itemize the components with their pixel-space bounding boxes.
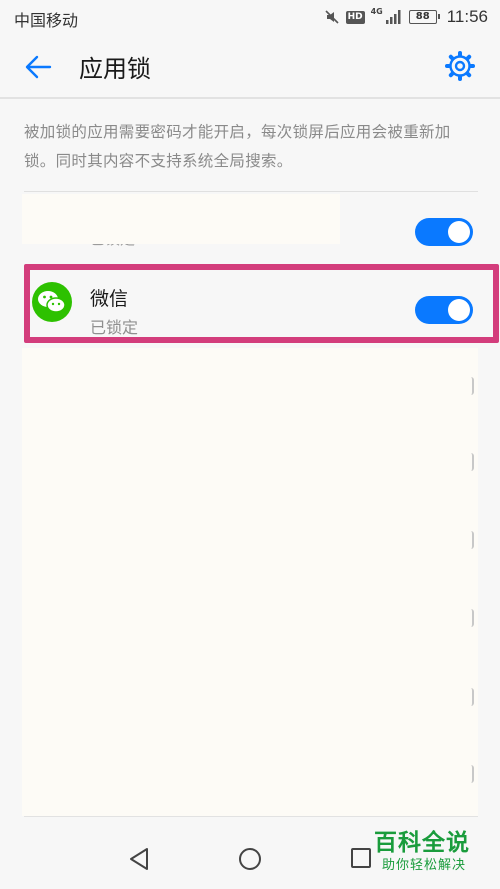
nav-recent-apps-icon[interactable]	[351, 848, 371, 868]
back-button[interactable]	[22, 50, 56, 84]
toggle-edge	[471, 377, 474, 395]
signal-icon	[385, 10, 401, 24]
mute-icon	[324, 10, 339, 24]
network-type-label: 4G	[370, 7, 383, 16]
lock-toggle-wechat[interactable]	[415, 296, 473, 324]
watermark-title: 百科全说	[374, 830, 470, 856]
gear-icon	[445, 51, 475, 81]
toggle-knob	[448, 299, 470, 321]
toggle-edge	[471, 531, 474, 549]
toggle-edge	[471, 765, 474, 783]
status-bar: 中国移动 HD 4G 88 11:56	[0, 0, 500, 34]
toggle-edge	[471, 453, 474, 471]
watermark-subtitle: 助你轻松解决	[382, 858, 467, 873]
toggle-edge	[471, 688, 474, 706]
nav-home-icon[interactable]	[238, 847, 262, 871]
app-list-item-wechat[interactable]: 微信 已锁定	[24, 264, 499, 343]
app-name: 微信	[90, 288, 129, 310]
wechat-icon	[32, 282, 72, 322]
arrow-left-icon	[25, 55, 52, 79]
toggle-knob	[448, 221, 470, 243]
list-bottom-divider	[24, 816, 478, 817]
battery-indicator: 88	[408, 10, 440, 24]
status-icons: HD 4G 88 11:56	[324, 6, 488, 28]
watermark: 百科全说 助你轻松解决	[374, 829, 494, 875]
obscured-region	[22, 194, 340, 244]
obscured-region	[22, 348, 478, 816]
header-divider	[0, 97, 500, 99]
hd-badge: HD	[345, 10, 365, 24]
app-header: 应用锁	[0, 34, 500, 98]
app-lock-description: 被加锁的应用需要密码才能开启，每次锁屏后应用会被重新加锁。同时其内容不支持系统全…	[24, 123, 451, 170]
page-title: 应用锁	[79, 55, 151, 83]
nav-back-icon[interactable]	[128, 847, 150, 871]
settings-button[interactable]	[444, 50, 476, 82]
toggle-edge	[471, 609, 474, 627]
lock-toggle[interactable]	[415, 218, 473, 246]
app-lock-status: 已锁定	[90, 318, 139, 337]
carrier-label: 中国移动	[14, 11, 79, 30]
clock: 11:56	[446, 7, 488, 26]
